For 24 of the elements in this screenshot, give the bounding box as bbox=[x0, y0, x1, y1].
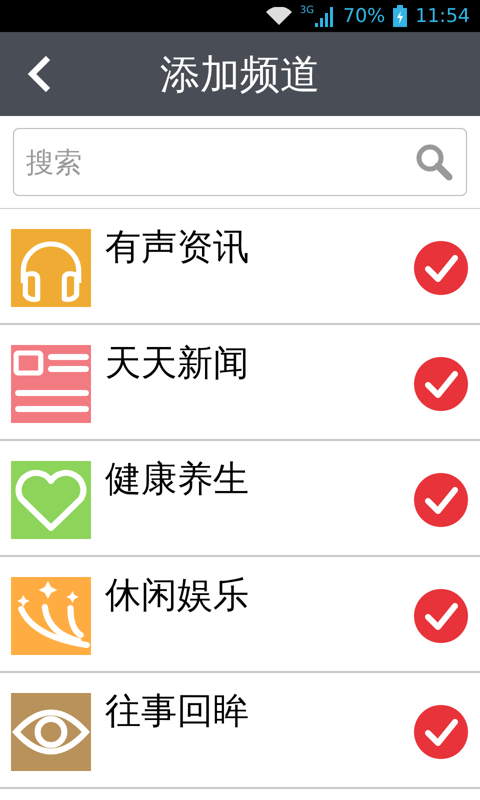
search-field[interactable]: 搜索 bbox=[13, 128, 467, 196]
channel-name: 往事回眸 bbox=[105, 690, 250, 734]
checked-icon[interactable] bbox=[414, 589, 468, 643]
signal-icon bbox=[315, 5, 335, 27]
channel-row[interactable]: 往事回眸 bbox=[0, 673, 480, 789]
channel-row[interactable]: 健康养生 bbox=[0, 441, 480, 557]
checked-icon[interactable] bbox=[414, 473, 468, 527]
channel-row[interactable]: 休闲娱乐 bbox=[0, 557, 480, 673]
battery-percent: 70% bbox=[343, 5, 386, 27]
clock: 11:54 bbox=[415, 5, 470, 27]
wifi-icon bbox=[266, 7, 292, 25]
channel-name: 天天新闻 bbox=[105, 342, 250, 386]
channel-name: 健康养生 bbox=[105, 458, 250, 502]
search-icon[interactable] bbox=[415, 143, 453, 181]
page-title: 添加频道 bbox=[160, 50, 320, 100]
checked-icon[interactable] bbox=[414, 357, 468, 411]
checked-icon[interactable] bbox=[414, 705, 468, 759]
channel-row[interactable]: 天天新闻 bbox=[0, 325, 480, 441]
checked-icon[interactable] bbox=[414, 241, 468, 295]
channel-name: 有声资讯 bbox=[105, 226, 250, 270]
channel-row[interactable]: 有声资讯 bbox=[0, 209, 480, 325]
network-label: 3G bbox=[300, 5, 314, 16]
battery-charging-icon bbox=[393, 5, 408, 27]
channel-name: 休闲娱乐 bbox=[105, 574, 250, 618]
